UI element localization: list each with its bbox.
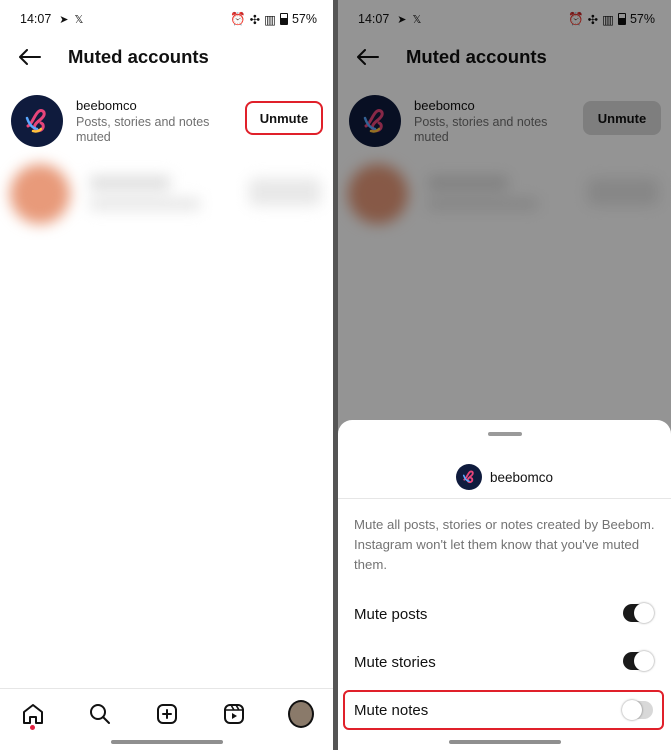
sheet-account-name: beebomco	[489, 469, 554, 485]
account-info: beebomco Posts, stories and notes muted	[76, 98, 236, 145]
account-name: beebomco	[76, 97, 137, 113]
profile-avatar[interactable]	[288, 700, 314, 728]
home-icon[interactable]	[20, 701, 46, 727]
mute-posts-toggle[interactable]	[623, 603, 654, 623]
mute-posts-label: Mute posts	[354, 605, 428, 623]
page-title: Muted accounts	[68, 46, 209, 67]
sheet-description: Mute all posts, stories or notes created…	[354, 517, 655, 572]
account-description: Posts, stories and notes muted	[76, 114, 210, 144]
alarm-icon: ⏰	[230, 11, 246, 26]
mute-notes-option[interactable]: Mute notes	[343, 690, 664, 730]
status-bar: 14:07 ➤ 𝕏 ⏰ ✣ ▥ 57%	[0, 0, 333, 38]
x-icon: 𝕏	[74, 13, 84, 26]
bluetooth-icon: ✣	[249, 12, 261, 27]
header: Muted accounts	[0, 38, 333, 76]
signal-icon: ▥	[264, 12, 276, 27]
account-avatar[interactable]	[11, 95, 63, 147]
muted-account-row[interactable]: beebomco Posts, stories and notes muted …	[0, 90, 333, 152]
sheet-header: beebomco	[338, 462, 671, 492]
notification-dot	[30, 725, 35, 730]
mute-posts-option[interactable]: Mute posts	[338, 594, 671, 634]
mute-notes-label: Mute notes	[354, 701, 429, 719]
bottom-navigation	[0, 688, 333, 750]
right-screen: 14:07 ➤ 𝕏 ⏰ ✣ ▥ 57% Muted accounts beebo…	[338, 0, 671, 750]
sheet-divider	[338, 498, 671, 499]
battery-level: 57%	[291, 12, 317, 26]
mute-stories-label: Mute stories	[354, 653, 436, 671]
telegram-icon: ➤	[59, 13, 69, 26]
sheet-drag-handle[interactable]	[487, 432, 522, 436]
mute-notes-toggle[interactable]	[622, 700, 653, 720]
search-icon[interactable]	[87, 701, 113, 727]
mute-stories-toggle[interactable]	[623, 651, 654, 671]
reels-icon[interactable]	[221, 701, 247, 727]
back-arrow-icon[interactable]	[0, 38, 52, 76]
status-time: 14:07	[20, 12, 52, 26]
mute-stories-option[interactable]: Mute stories	[338, 642, 671, 682]
home-indicator	[448, 740, 561, 744]
sheet-avatar	[455, 464, 482, 490]
home-indicator	[110, 740, 223, 744]
battery-icon	[279, 13, 288, 25]
mute-options-sheet: beebomco Mute all posts, stories or note…	[338, 420, 671, 750]
create-icon[interactable]	[154, 701, 180, 727]
unmute-button[interactable]: Unmute	[245, 101, 323, 135]
blurred-account-row	[0, 154, 333, 232]
left-screen: 14:07 ➤ 𝕏 ⏰ ✣ ▥ 57% Muted accounts beebo…	[0, 0, 333, 750]
